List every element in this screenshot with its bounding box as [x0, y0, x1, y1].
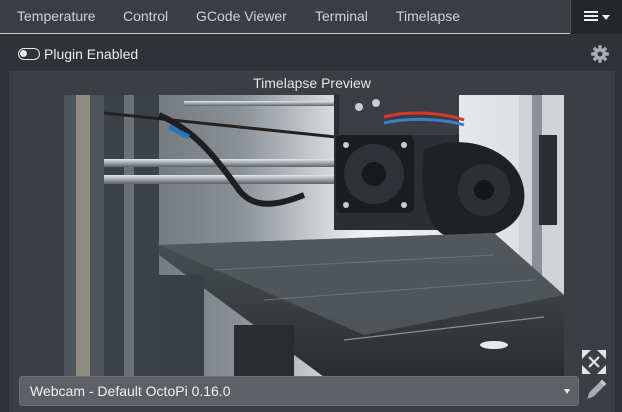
pencil-icon[interactable] — [582, 378, 608, 404]
webcam-printer-image — [64, 95, 564, 377]
tab-bar: Temperature Control GCode Viewer Termina… — [0, 0, 622, 34]
fullscreen-icon[interactable] — [580, 348, 608, 376]
chevron-down-icon — [564, 389, 570, 394]
plugin-enabled-row: Plugin Enabled — [18, 44, 138, 64]
tab-terminal[interactable]: Terminal — [315, 0, 368, 33]
gear-icon[interactable] — [590, 44, 610, 64]
tab-temperature[interactable]: Temperature — [17, 0, 96, 33]
tab-control[interactable]: Control — [123, 0, 168, 33]
tab-gcode-viewer[interactable]: GCode Viewer — [196, 0, 287, 33]
webcam-select[interactable]: Webcam - Default OctoPi 0.16.0 — [19, 376, 579, 406]
plugin-enabled-label: Plugin Enabled — [44, 46, 139, 62]
plugin-enabled-toggle[interactable] — [18, 48, 40, 60]
toggle-knob — [20, 50, 27, 57]
webcam-select-value: Webcam - Default OctoPi 0.16.0 — [30, 383, 231, 399]
caret-down-icon — [602, 15, 610, 20]
panel-title: Timelapse Preview — [253, 75, 371, 91]
hamburger-menu-icon — [584, 11, 598, 23]
tab-timelapse[interactable]: Timelapse — [396, 0, 460, 33]
menu-button[interactable] — [570, 0, 622, 34]
timelapse-preview-panel: Timelapse Preview Webcam - Default OctoP… — [9, 71, 615, 412]
